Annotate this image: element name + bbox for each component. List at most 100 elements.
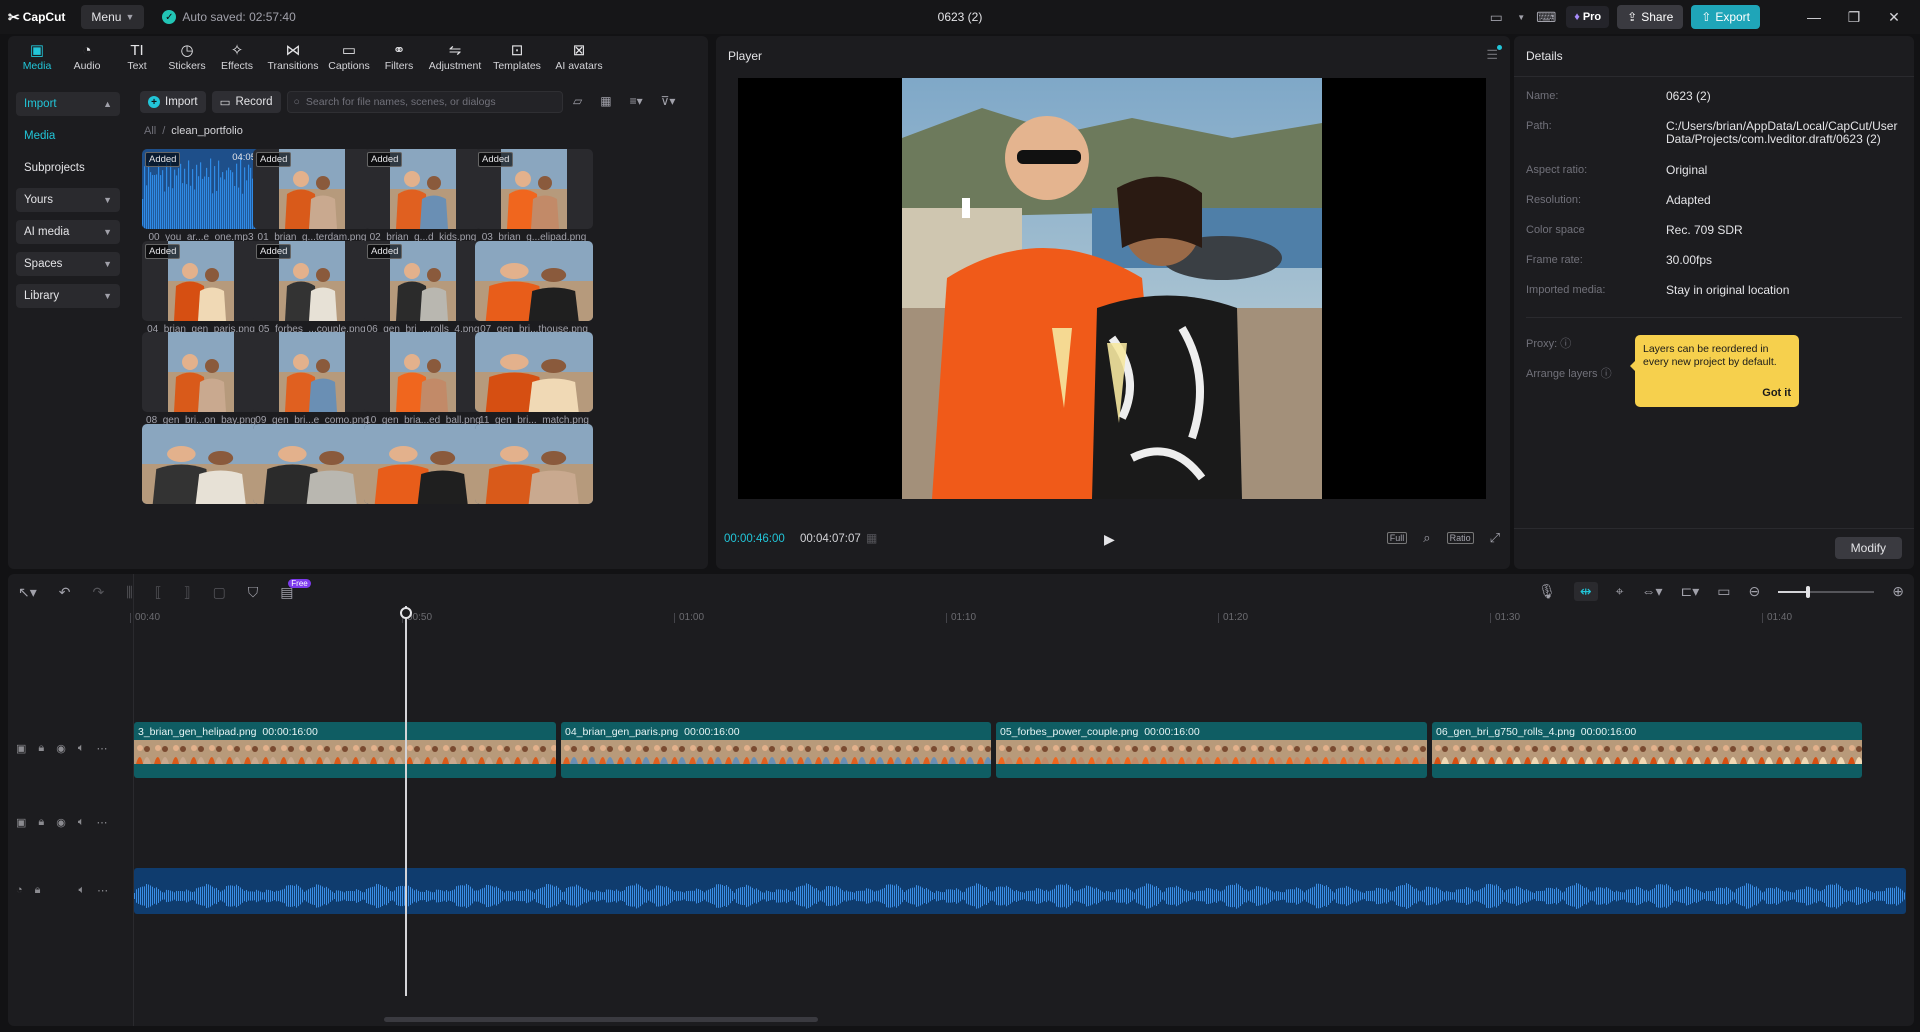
- tab-adjustment[interactable]: ⇋ Adjustment: [424, 36, 486, 78]
- lock-icon[interactable]: 🔒︎: [38, 816, 44, 829]
- modify-button[interactable]: Modify: [1834, 537, 1902, 559]
- tab-effects[interactable]: ✧ Effects: [212, 36, 262, 78]
- media-item[interactable]: Added 06_gen_bri_...rolls_4.png: [364, 240, 484, 335]
- marker-icon[interactable]: ⛉: [248, 584, 259, 601]
- record-button[interactable]: ▭ Record: [211, 91, 281, 113]
- zoom-slider[interactable]: [1778, 585, 1875, 598]
- tab-captions[interactable]: ▭ Captions: [324, 36, 374, 78]
- timeline-preview-icon[interactable]: ▭: [1717, 583, 1730, 600]
- nav-spaces[interactable]: Spaces ▼: [16, 252, 120, 276]
- media-item[interactable]: Added 01_brian_g...terdam.png: [253, 149, 373, 243]
- split-left-icon[interactable]: ⟦: [155, 584, 162, 601]
- main-track-magnet-icon[interactable]: ⇹: [1573, 582, 1598, 601]
- export-button[interactable]: ⇧ Export: [1691, 5, 1760, 29]
- play-icon[interactable]: ▶: [1104, 531, 1115, 548]
- got-it-button[interactable]: Got it: [1762, 387, 1791, 400]
- timecode-grid-icon[interactable]: ▦: [866, 531, 877, 545]
- video-clip[interactable]: 04_brian_gen_paris.png 00:00:16:00: [561, 722, 991, 778]
- layout-icon[interactable]: ▭: [1484, 5, 1508, 29]
- keyboard-icon[interactable]: ⌨: [1534, 5, 1558, 29]
- cover-icon[interactable]: ▣: [16, 742, 26, 755]
- media-item[interactable]: Added 02_brian_g...d_kids.png: [364, 149, 484, 243]
- zoom-slider-handle[interactable]: [1806, 585, 1811, 598]
- nav-media[interactable]: Media: [16, 124, 120, 148]
- delete-icon[interactable]: ▢: [213, 584, 226, 601]
- media-item[interactable]: [364, 423, 484, 507]
- share-button[interactable]: ⇪ Share: [1617, 5, 1684, 29]
- tab-templates[interactable]: ⊡ Templates: [486, 36, 548, 78]
- lock-icon[interactable]: 🔒︎: [35, 884, 41, 897]
- player-menu-icon[interactable]: ☰: [1486, 45, 1502, 63]
- tab-filters[interactable]: ⚭ Filters: [374, 36, 424, 78]
- auto-caption-icon[interactable]: ▤ Free: [280, 579, 311, 601]
- microphone-icon[interactable]: 🎙: [1538, 583, 1556, 600]
- media-item[interactable]: 08_gen_bri...on_bay.png: [142, 332, 262, 426]
- media-item[interactable]: Added 04:05 00_you_ar...e_one.mp3: [142, 149, 262, 243]
- tab-ai-avatars[interactable]: ⊠ AI avatars: [548, 36, 610, 78]
- lock-icon[interactable]: 🔒︎: [38, 742, 44, 755]
- snapshot-icon[interactable]: ⌕: [1423, 530, 1430, 546]
- video-clip[interactable]: 05_forbes_power_couple.png 00:00:16:00: [996, 722, 1427, 778]
- timeline-horizontal-scrollbar[interactable]: [384, 1017, 818, 1022]
- playhead[interactable]: [405, 606, 407, 996]
- pro-button[interactable]: ♦ Pro: [1566, 6, 1610, 28]
- nav-yours[interactable]: Yours ▼: [16, 188, 120, 212]
- breadcrumb-all[interactable]: All: [144, 125, 156, 137]
- layout-dropdown-icon[interactable]: ▼: [1516, 5, 1526, 29]
- filter-icon[interactable]: ⊽▾: [661, 94, 676, 108]
- nav-ai-media[interactable]: AI media ▼: [16, 220, 120, 244]
- menu-button[interactable]: Menu ▼: [81, 5, 145, 29]
- close-icon[interactable]: ✕: [1878, 9, 1910, 26]
- folder-icon[interactable]: ▱: [573, 94, 582, 108]
- media-item[interactable]: 09_gen_bri...e_como.png: [253, 332, 373, 426]
- full-quality-button[interactable]: Full: [1386, 532, 1408, 544]
- playhead-handle[interactable]: [400, 607, 412, 619]
- sort-icon[interactable]: ≡▾: [630, 94, 643, 108]
- eye-icon[interactable]: ◉: [56, 816, 66, 829]
- fullscreen-icon[interactable]: ⤢: [1490, 530, 1500, 546]
- linkage-icon[interactable]: ⇔▾: [1642, 583, 1663, 600]
- tab-text[interactable]: TI Text: [112, 36, 162, 78]
- tab-transitions[interactable]: ⋈ Transitions: [262, 36, 324, 78]
- eye-icon[interactable]: ◉: [56, 742, 66, 755]
- import-button[interactable]: + Import: [140, 91, 206, 113]
- restore-icon[interactable]: ❐: [1838, 9, 1870, 26]
- more-icon[interactable]: ⋯: [96, 816, 107, 829]
- preview-axis-icon[interactable]: ⊏▾: [1681, 583, 1700, 600]
- media-item[interactable]: Added 05_forbes_...couple.png: [253, 240, 373, 335]
- media-item[interactable]: 07_gen_bri...thouse.png: [475, 240, 595, 335]
- auto-snap-icon[interactable]: ⌖: [1616, 583, 1624, 600]
- media-item[interactable]: Added 03_brian_g...elipad.png: [475, 149, 595, 243]
- more-icon[interactable]: ⋯: [96, 742, 107, 755]
- video-clip[interactable]: 3_brian_gen_helipad.png 00:00:16:00: [134, 722, 556, 778]
- video-clip[interactable]: 06_gen_bri_g750_rolls_4.png 00:00:16:00: [1432, 722, 1862, 778]
- zoom-in-icon[interactable]: ⊕: [1892, 583, 1904, 600]
- media-item[interactable]: Added 04_brian_gen_paris.png: [142, 240, 262, 335]
- volume-icon[interactable]: 🔈︎: [79, 884, 86, 897]
- tab-audio[interactable]: ◔ Audio: [62, 36, 112, 78]
- info-icon[interactable]: ⓘ: [1560, 338, 1571, 350]
- volume-icon[interactable]: 🔈︎: [78, 742, 85, 755]
- minimize-icon[interactable]: —: [1798, 9, 1830, 25]
- player-screen[interactable]: [738, 78, 1486, 499]
- nav-library[interactable]: Library ▼: [16, 284, 120, 308]
- media-item[interactable]: [142, 423, 262, 507]
- info-icon[interactable]: ⓘ: [1601, 368, 1612, 380]
- media-item[interactable]: 10_gen_bria...ed_ball.png: [364, 332, 484, 426]
- tab-stickers[interactable]: ◷ Stickers: [162, 36, 212, 78]
- nav-subprojects[interactable]: Subprojects: [16, 156, 120, 180]
- split-right-icon[interactable]: ⟧: [184, 584, 191, 601]
- nav-import[interactable]: Import ▲: [16, 92, 120, 116]
- audio-clip[interactable]: [134, 868, 1906, 914]
- zoom-out-icon[interactable]: ⊖: [1749, 583, 1761, 600]
- more-icon[interactable]: ⋯: [97, 884, 108, 897]
- tab-media[interactable]: ▣ Media: [12, 36, 62, 78]
- cover-icon[interactable]: ▣: [16, 816, 26, 829]
- volume-icon[interactable]: 🔈︎: [78, 816, 85, 829]
- media-search-input[interactable]: ○ Search for file names, scenes, or dialo…: [286, 91, 563, 113]
- media-item[interactable]: [253, 423, 373, 507]
- grid-view-icon[interactable]: ▦: [600, 94, 611, 108]
- ratio-button[interactable]: Ratio: [1446, 532, 1474, 544]
- media-item[interactable]: [475, 423, 595, 507]
- media-item[interactable]: 11_gen_bri..._match.png: [475, 332, 595, 426]
